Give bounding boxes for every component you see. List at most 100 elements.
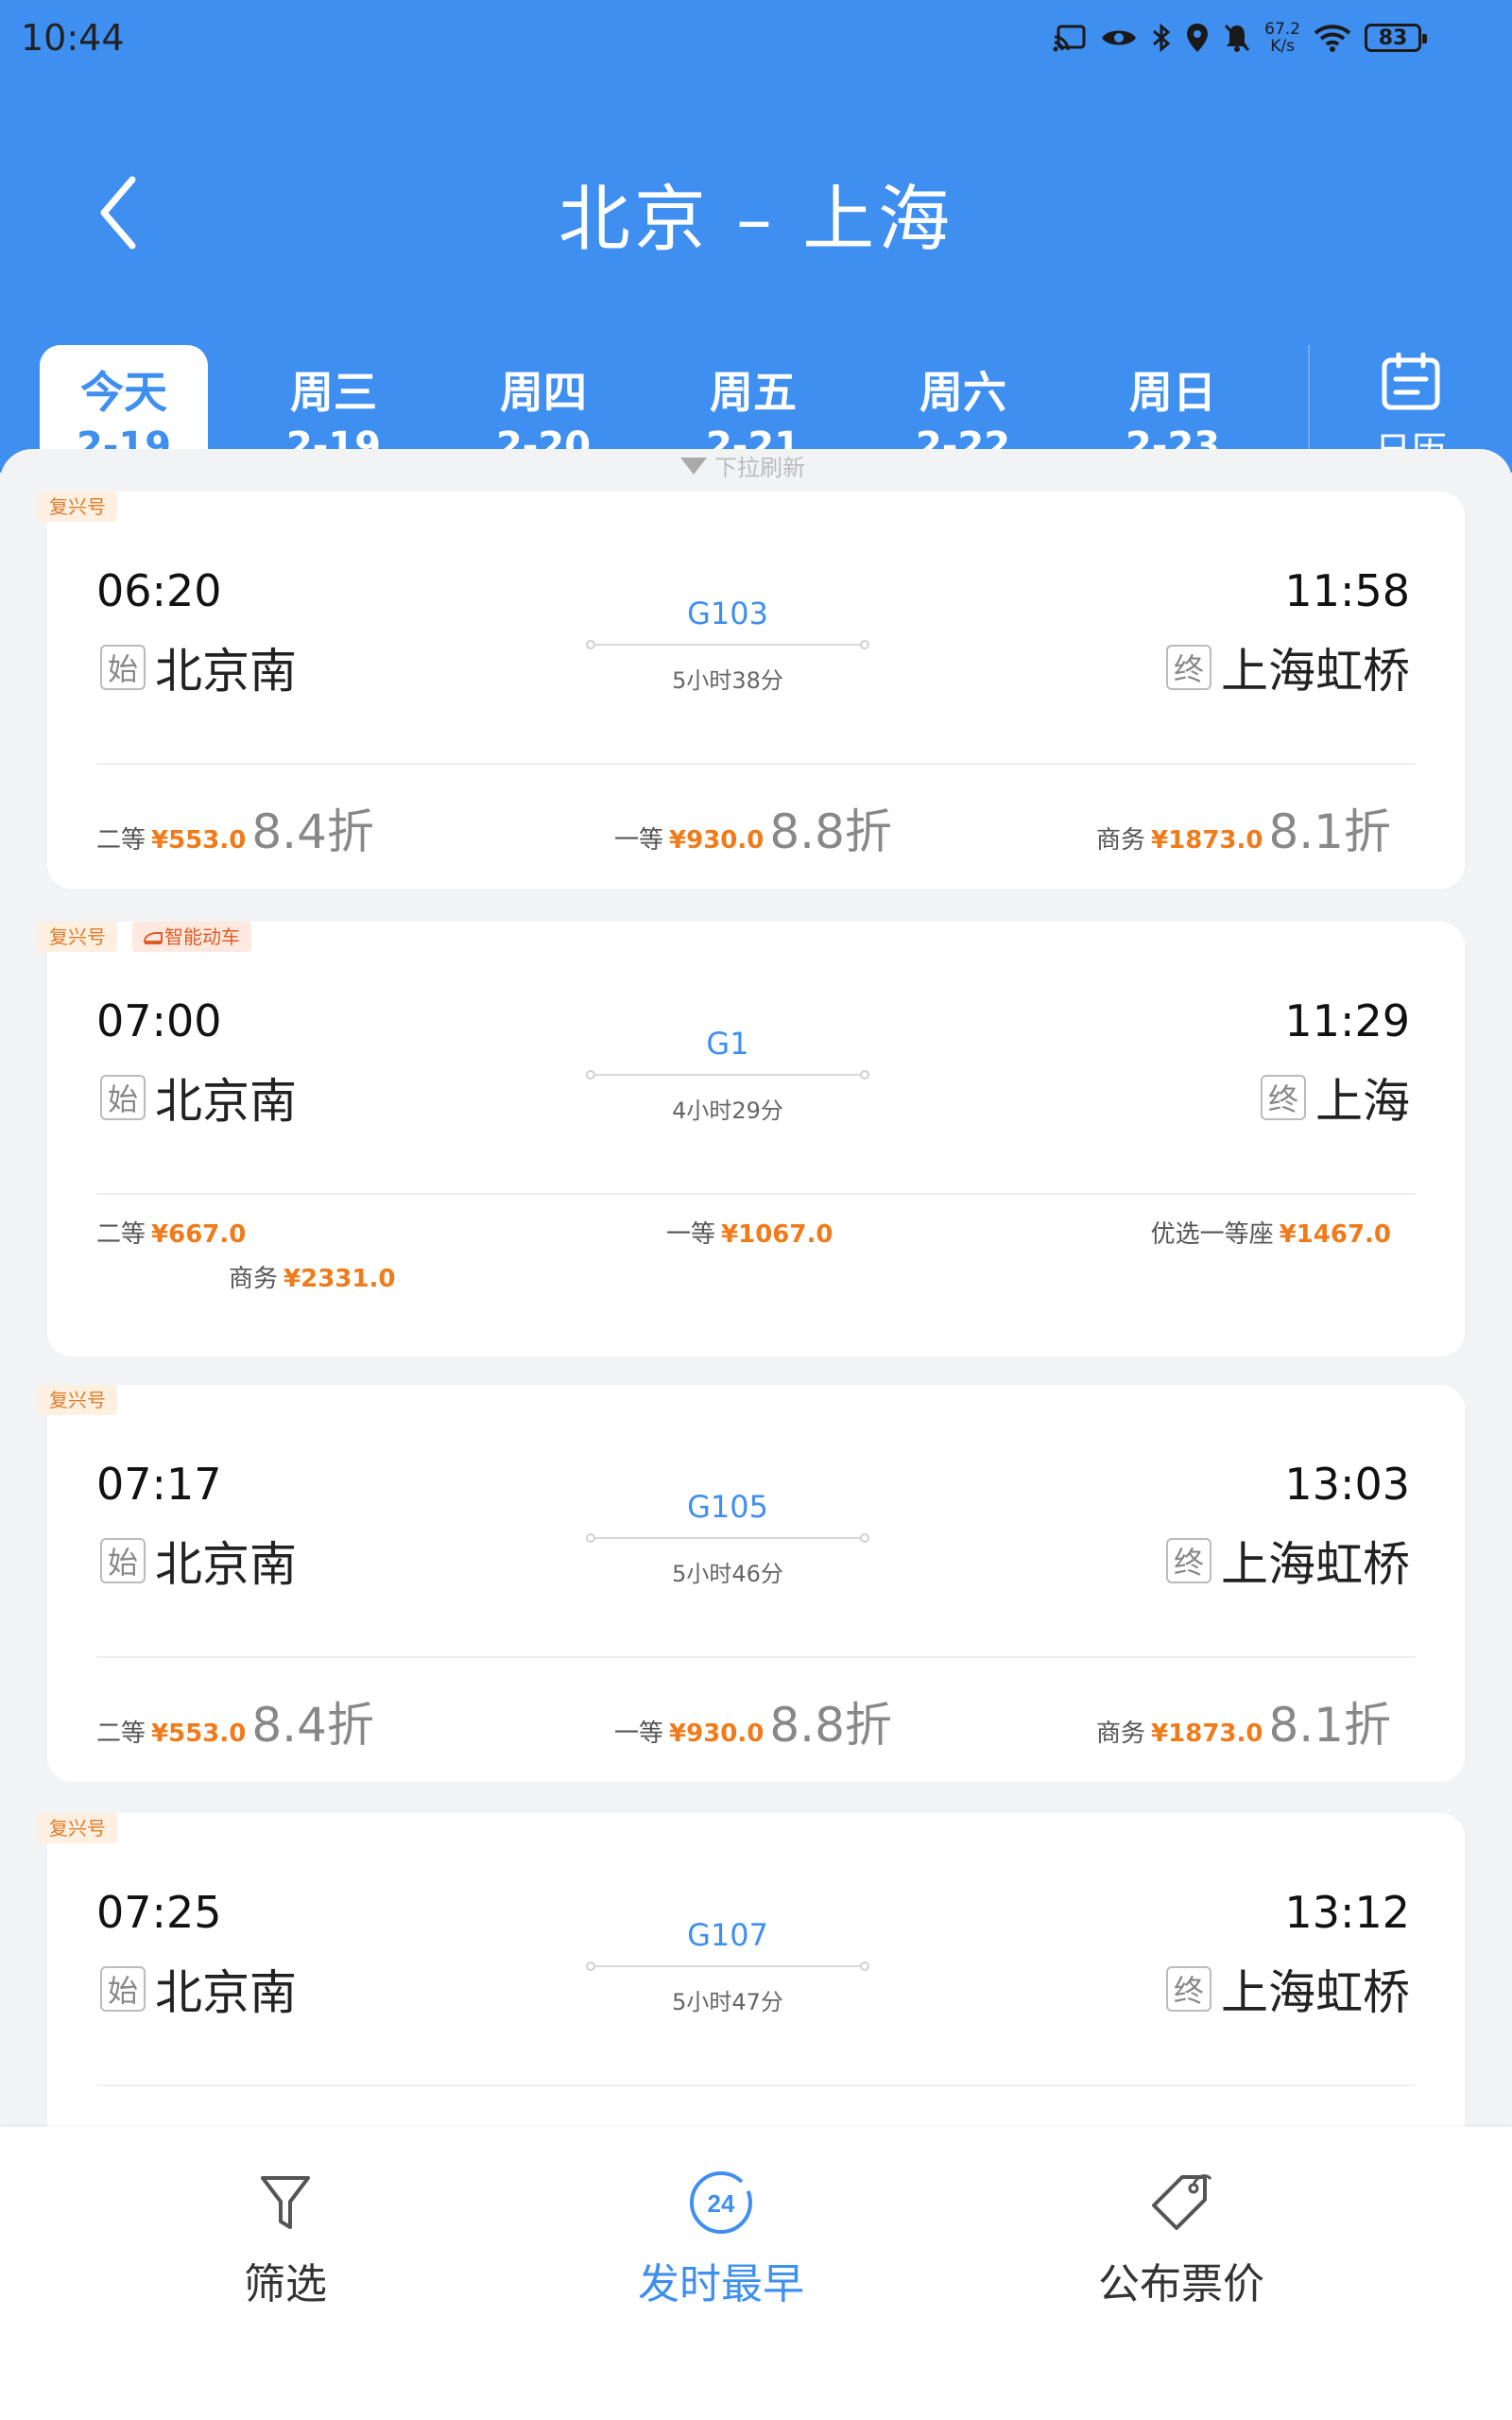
seat-business-class: 商务 ¥1873.0 8.1折 bbox=[1096, 1687, 1391, 1755]
published-fare-button[interactable]: 公布票价 bbox=[1040, 2165, 1323, 2310]
down-arrow-icon bbox=[680, 457, 707, 475]
seat-premium-first-class: 优选一等座 ¥1467.0 bbox=[1151, 1215, 1391, 1250]
tag-fuxing: 复兴号 bbox=[38, 1813, 117, 1843]
card-divider bbox=[96, 763, 1416, 765]
arrival-time: 13:03 bbox=[1284, 1459, 1410, 1510]
seat-first-class: 一等 ¥930.0 8.8折 bbox=[614, 794, 892, 862]
train-info: G107 5小时47分 bbox=[586, 1917, 869, 2016]
train-card-g105[interactable]: 复兴号 07:17 始 北京南 G105 5小时46分 13:03 终 上海虹桥… bbox=[38, 1385, 1465, 1782]
sort-earliest-button[interactable]: 24 发时最早 bbox=[579, 2165, 863, 2310]
train-card-g103[interactable]: 复兴号 06:20 始 北京南 G103 5小时38分 11:58 终 上海虹桥… bbox=[38, 492, 1465, 889]
status-bar: 10:44 67.2 K/s 83 bbox=[0, 0, 1512, 80]
train-list[interactable]: 下拉刷新 复兴号 06:20 始 北京南 G103 5小时38分 11:58 终… bbox=[0, 449, 1512, 2127]
net-speed-value: 67.2 bbox=[1264, 20, 1300, 39]
route-line bbox=[586, 1957, 869, 1976]
filter-label: 筛选 bbox=[244, 2260, 327, 2308]
origin-badge: 始 bbox=[100, 1966, 146, 2012]
sort-earliest-label: 发时最早 bbox=[638, 2260, 804, 2308]
arrival-time: 11:58 bbox=[1284, 565, 1410, 616]
train-info: G103 5小时38分 bbox=[586, 596, 869, 695]
arrival-station-name: 上海虹桥 bbox=[1221, 1537, 1410, 1592]
clock-24-icon: 24 bbox=[690, 2171, 752, 2234]
duration: 5小时38分 bbox=[672, 667, 783, 694]
arrival-station: 终 上海虹桥 bbox=[1166, 1955, 1410, 2023]
tag-row: 复兴号 智能动车 bbox=[38, 922, 251, 952]
departure-station: 始 北京南 bbox=[100, 633, 297, 701]
refresh-hint-text: 下拉刷新 bbox=[714, 455, 805, 481]
seat-discount: 8.1折 bbox=[1268, 2116, 1391, 2127]
terminal-badge: 终 bbox=[1166, 645, 1211, 690]
date-tab-day: 今天 bbox=[80, 367, 167, 418]
seat-class: 二等 bbox=[96, 826, 146, 855]
duration: 5小时47分 bbox=[672, 1989, 783, 2015]
departure-time: 07:25 bbox=[96, 1887, 222, 1938]
date-tab-day: 周四 bbox=[500, 367, 587, 418]
terminal-badge: 终 bbox=[1261, 1075, 1306, 1120]
departure-station-name: 北京南 bbox=[155, 1537, 297, 1592]
train-info: G105 5小时46分 bbox=[586, 1489, 869, 1588]
seat-business-class: 商务 ¥2331.0 bbox=[229, 1259, 395, 1294]
filter-button[interactable]: 筛选 bbox=[144, 2165, 427, 2310]
clock-24-text: 24 bbox=[708, 2189, 735, 2218]
route-line bbox=[586, 1065, 869, 1084]
card-divider bbox=[96, 1193, 1416, 1195]
arrival-time: 11:29 bbox=[1284, 995, 1410, 1046]
departure-station: 始 北京南 bbox=[100, 1527, 297, 1595]
calendar-icon bbox=[1382, 352, 1440, 410]
status-icons: 67.2 K/s 83 bbox=[1053, 19, 1427, 57]
duration: 5小时46分 bbox=[672, 1561, 783, 1587]
seat-price: ¥1873.0 bbox=[1151, 1720, 1263, 1748]
seat-discount: 8.8折 bbox=[769, 804, 892, 859]
published-fare-label: 公布票价 bbox=[1098, 2260, 1264, 2308]
origin-badge: 始 bbox=[100, 1075, 146, 1120]
card-divider bbox=[96, 1656, 1416, 1658]
filter-icon bbox=[261, 2176, 310, 2229]
route-title: 北京 – 上海 bbox=[558, 177, 954, 261]
price-tag-icon bbox=[1152, 2174, 1212, 2230]
seat-price: ¥2331.0 bbox=[284, 1265, 396, 1293]
wifi-icon bbox=[1314, 25, 1351, 52]
tag-row: 复兴号 bbox=[38, 1813, 117, 1843]
seat-class: 优选一等座 bbox=[1150, 1220, 1274, 1249]
mute-bell-icon bbox=[1225, 24, 1250, 52]
tab-divider bbox=[1308, 345, 1310, 449]
seat-price: ¥553.0 bbox=[151, 1720, 247, 1748]
tag-fuxing: 复兴号 bbox=[38, 492, 117, 522]
status-time: 10:44 bbox=[21, 17, 125, 59]
departure-station-name: 北京南 bbox=[155, 1965, 297, 2020]
tag-row: 复兴号 bbox=[38, 492, 117, 522]
seat-business-class: 商务 ¥1873.0 8.1折 bbox=[1096, 794, 1391, 862]
train-info: G1 4小时29分 bbox=[586, 1026, 869, 1125]
terminal-badge: 终 bbox=[1166, 1538, 1211, 1583]
seat-discount: 8.1折 bbox=[1268, 804, 1391, 859]
seat-second-class: 二等 ¥553.0 8.4折 bbox=[96, 1687, 374, 1755]
seat-discount: 8.1折 bbox=[1268, 1698, 1391, 1753]
arrival-time: 13:12 bbox=[1284, 1887, 1410, 1938]
seat-price: ¥930.0 bbox=[669, 1720, 765, 1748]
departure-station-name: 北京南 bbox=[155, 644, 297, 699]
cast-icon bbox=[1053, 25, 1086, 52]
train-icon bbox=[143, 932, 163, 944]
seat-first-class: 8.8折 bbox=[765, 2116, 888, 2127]
departure-time: 07:17 bbox=[96, 1459, 222, 1510]
tag-smart-emu-label: 智能动车 bbox=[164, 925, 240, 948]
bluetooth-icon bbox=[1153, 23, 1171, 53]
arrival-station: 终 上海 bbox=[1261, 1063, 1410, 1132]
bottom-action-bar: 筛选 24 发时最早 公布票价 bbox=[0, 2127, 1512, 2420]
departure-station: 始 北京南 bbox=[100, 1063, 297, 1132]
seat-class: 商务 bbox=[1096, 1720, 1146, 1748]
train-card-g107[interactable]: 复兴号 07:25 始 北京南 G107 5小时47分 13:12 终 上海虹桥… bbox=[38, 1813, 1465, 2127]
seat-second-class: 8.4折 bbox=[236, 2116, 359, 2127]
date-tab-day: 周六 bbox=[919, 367, 1006, 418]
seat-business-class: 8.1折 bbox=[1268, 2116, 1391, 2127]
origin-badge: 始 bbox=[100, 645, 146, 690]
arrival-station-name: 上海 bbox=[1315, 1074, 1410, 1129]
train-card-g1[interactable]: 复兴号 智能动车 07:00 始 北京南 G1 4小时29分 11:29 终 上… bbox=[38, 922, 1465, 1357]
arrival-station: 终 上海虹桥 bbox=[1166, 633, 1410, 701]
location-icon bbox=[1187, 24, 1209, 52]
date-tab-day: 周日 bbox=[1129, 367, 1216, 418]
battery-indicator: 83 bbox=[1365, 24, 1427, 52]
tag-fuxing: 复兴号 bbox=[38, 922, 117, 952]
eye-icon bbox=[1102, 30, 1137, 45]
date-tab-day: 周五 bbox=[710, 367, 797, 418]
